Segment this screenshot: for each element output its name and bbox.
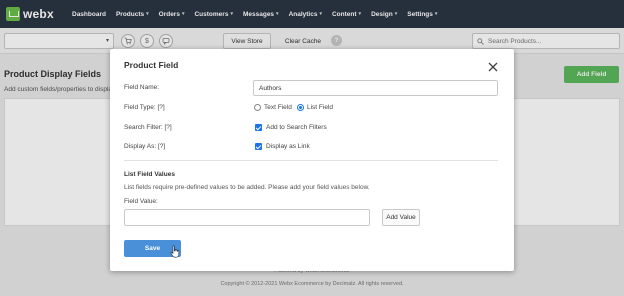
list-field-option-label[interactable]: List Field (307, 104, 333, 111)
list-field-radio[interactable] (297, 104, 304, 111)
field-type-label: Field Type: [?] (124, 104, 165, 111)
field-name-input[interactable] (253, 80, 498, 96)
search-filter-checkbox[interactable] (255, 124, 262, 131)
search-filter-option-label[interactable]: Add to Search Filters (266, 124, 327, 131)
search-filter-label: Search Filter: [?] (124, 124, 172, 131)
list-values-description: List fields require pre-defined values t… (124, 184, 370, 191)
display-as-label: Display As: [?] (124, 143, 166, 150)
product-field-modal: Product Field Field Name: Field Type: [?… (110, 49, 514, 271)
text-field-radio[interactable] (254, 104, 261, 111)
modal-title: Product Field (124, 60, 179, 70)
hand-cursor-icon (170, 245, 180, 258)
field-value-label: Field Value: (124, 198, 158, 205)
divider (124, 160, 498, 161)
field-name-label: Field Name: (124, 84, 160, 91)
display-as-checkbox[interactable] (255, 143, 262, 150)
display-as-option-label[interactable]: Display as Link (266, 143, 310, 150)
close-icon[interactable] (488, 62, 498, 72)
text-field-option-label[interactable]: Text Field (264, 104, 292, 111)
add-value-button[interactable]: Add Value (382, 209, 420, 226)
list-values-title: List Field Values (124, 171, 175, 178)
field-value-input[interactable] (124, 209, 370, 226)
